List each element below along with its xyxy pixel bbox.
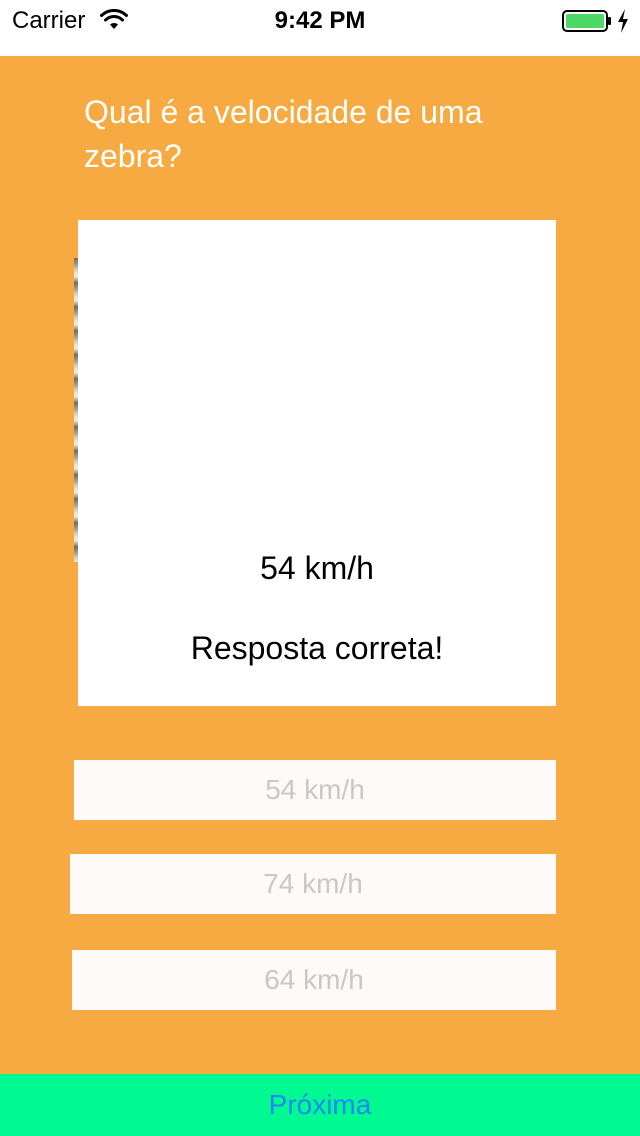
- charging-icon: [618, 9, 628, 33]
- clock: 9:42 PM: [274, 7, 366, 34]
- question-text: Qual é a velocidade de uma zebra?: [84, 94, 483, 174]
- next-button[interactable]: Próxima: [0, 1074, 640, 1136]
- option-button-1[interactable]: 54 km/h: [74, 760, 556, 820]
- next-bar: Próxima: [0, 1074, 640, 1136]
- option-button-3[interactable]: 64 km/h: [72, 950, 556, 1010]
- option-button-2[interactable]: 74 km/h: [70, 854, 556, 914]
- answer-feedback: Resposta correta!: [190, 630, 444, 666]
- answer-card: 54 km/h Resposta correta!: [78, 220, 556, 706]
- status-bar: Carrier 9:42 PM: [0, 0, 640, 56]
- battery-icon: [562, 10, 611, 32]
- answer-value: 54 km/h: [260, 550, 374, 586]
